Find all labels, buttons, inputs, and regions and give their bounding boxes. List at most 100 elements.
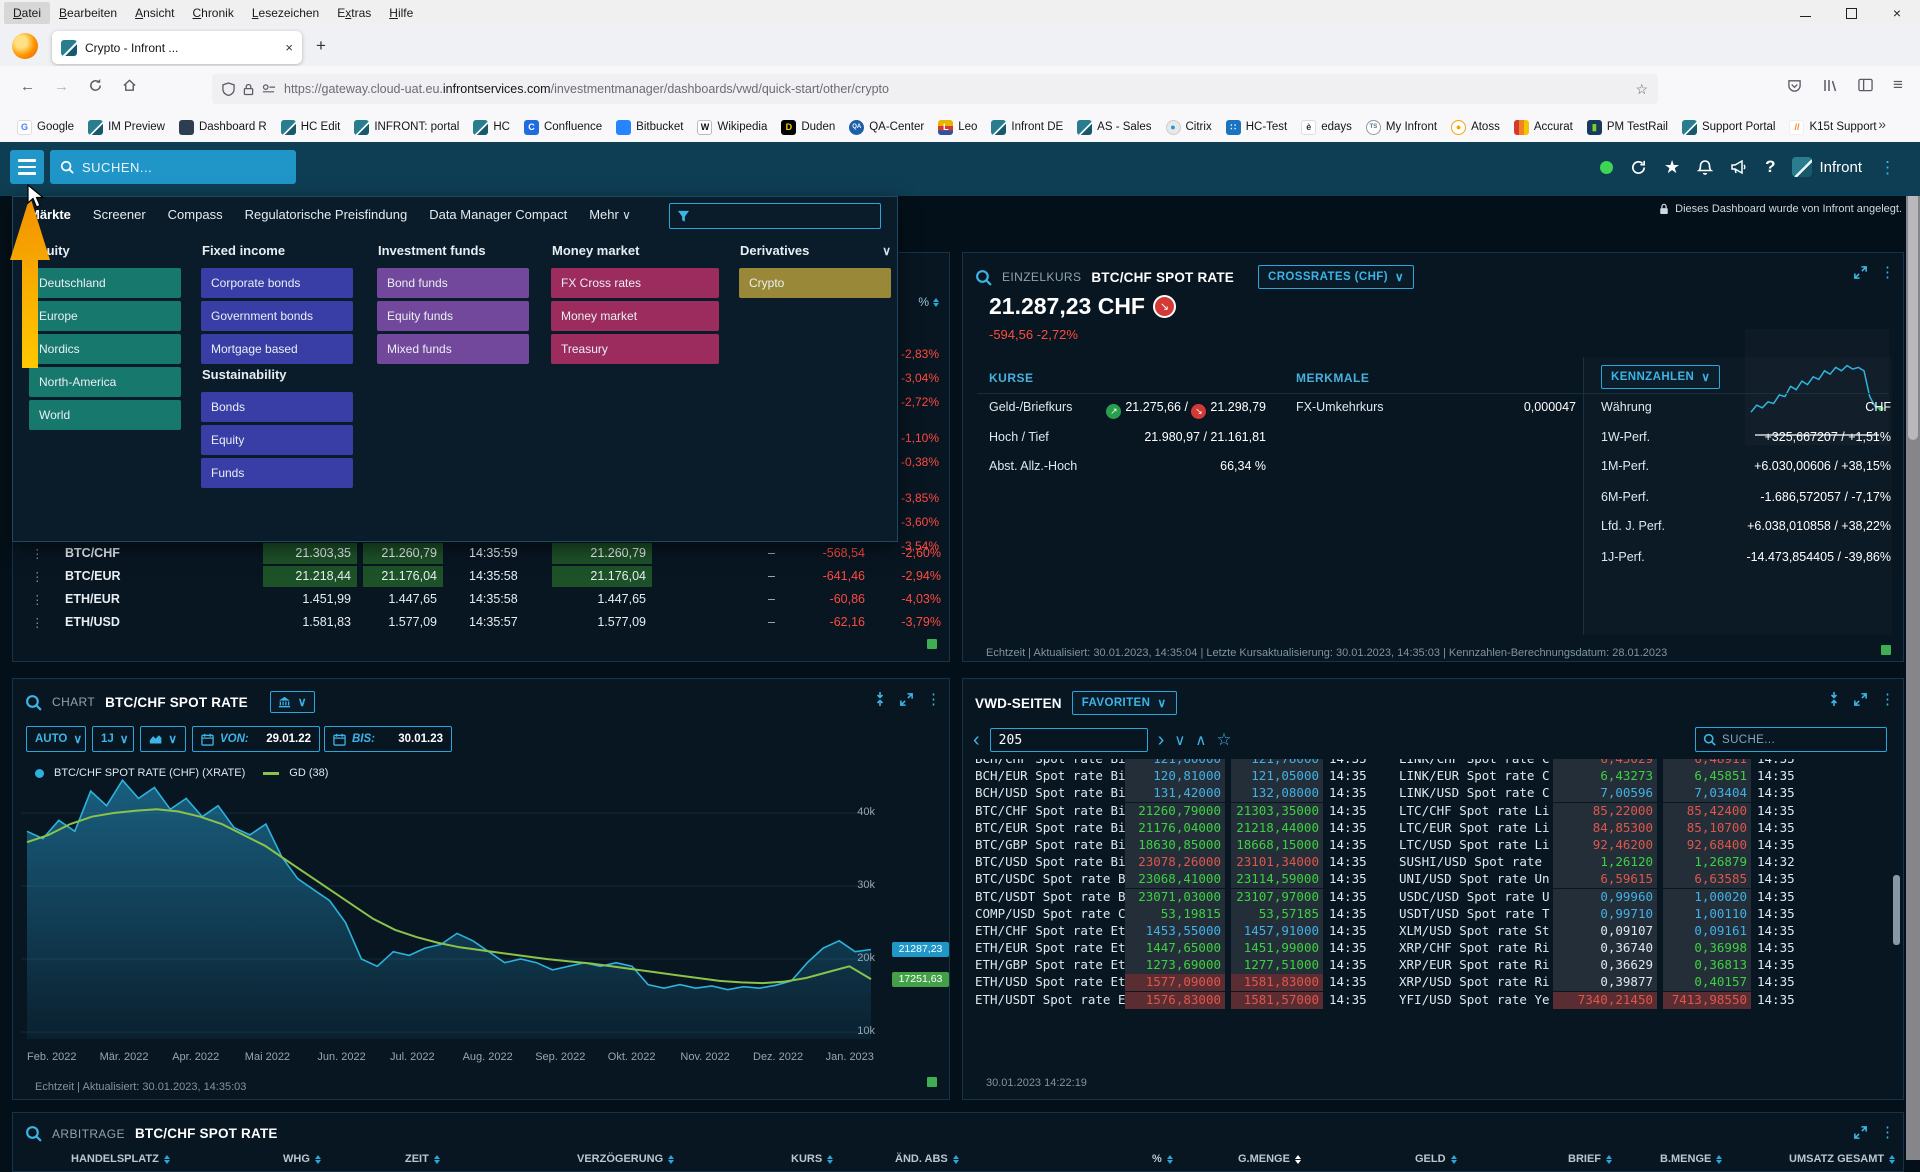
minimize-button[interactable]	[1782, 0, 1828, 26]
vwd-row[interactable]: BTC/GBP Spot rate Bi18630,8500018668,150…	[963, 836, 1903, 853]
bookmark-leo[interactable]: LLeo	[931, 117, 984, 138]
collapse-vertical-icon[interactable]	[1827, 691, 1841, 707]
menu-item-money-market[interactable]: Money market	[551, 301, 719, 331]
bookmark-infront-de[interactable]: Infront DE	[984, 117, 1070, 138]
menu-item-europe[interactable]: Europe	[29, 301, 181, 331]
column-header-%[interactable]: %	[1152, 1153, 1173, 1165]
sort-icon[interactable]	[434, 1155, 440, 1164]
bookmark-my-infront[interactable]: TSMy Infront	[1359, 117, 1444, 138]
column-header-brief[interactable]: BRIEF	[1568, 1153, 1612, 1165]
pocket-icon[interactable]	[1787, 78, 1802, 97]
menu-bearbeiten[interactable]: Bearbeiten	[50, 2, 126, 24]
bookmark-dashboard-r[interactable]: Dashboard R	[172, 117, 274, 138]
menu-filter-input[interactable]	[669, 203, 881, 229]
vwd-row[interactable]: BTC/USD Spot rate Bi23078,2600023101,340…	[963, 853, 1903, 870]
bookmark-hc[interactable]: HC	[466, 117, 517, 138]
column-header-zeit[interactable]: ZEIT	[405, 1153, 440, 1165]
column-header-b-menge[interactable]: B.MENGE	[1660, 1153, 1722, 1165]
menu-lesezeichen[interactable]: Lesezeichen	[243, 2, 328, 24]
global-search-input[interactable]: SUCHEN...	[50, 150, 296, 184]
bookmark-hc-edit[interactable]: HC Edit	[274, 117, 348, 138]
menu-item-government-bonds[interactable]: Government bonds	[201, 301, 353, 331]
notifications-bell-icon[interactable]	[1697, 159, 1713, 176]
auto-scale-dropdown[interactable]: AUTO∨	[26, 726, 86, 752]
menu-item-world[interactable]: World	[29, 400, 181, 430]
menu-item-corporate-bonds[interactable]: Corporate bonds	[201, 268, 353, 298]
menu-item-bond-funds[interactable]: Bond funds	[377, 268, 529, 298]
column-header-handelsplatz[interactable]: HANDELSPLATZ	[71, 1153, 170, 1165]
library-icon[interactable]	[1823, 78, 1837, 97]
sort-icon[interactable]	[1167, 1155, 1173, 1164]
page-prev-icon[interactable]: ‹	[973, 729, 980, 752]
expand-icon[interactable]	[1853, 1125, 1868, 1140]
menu-datei[interactable]: Datei	[4, 2, 50, 24]
page-number-input[interactable]	[990, 728, 1148, 752]
back-icon[interactable]: ←	[20, 78, 35, 95]
lock-icon[interactable]	[243, 83, 254, 96]
bookmark-confluence[interactable]: CConfluence	[517, 117, 609, 138]
column-header-g-menge[interactable]: G.MENGE	[1238, 1153, 1301, 1165]
toolbar-overflow-icon[interactable]: ⋮	[1879, 159, 1896, 176]
vwd-row[interactable]: ETH/CHF Spot rate Et1453,550001457,91000…	[963, 922, 1903, 939]
page-next-icon[interactable]: ›	[1158, 729, 1165, 752]
menu-item-deutschland[interactable]: Deutschland	[29, 268, 181, 298]
bookmark-pm-testrail[interactable]: ▮PM TestRail	[1580, 117, 1675, 138]
menu-item-crypto[interactable]: Crypto	[739, 268, 891, 298]
bookmark-edays[interactable]: èedays	[1294, 117, 1359, 138]
sidebar-icon[interactable]	[1858, 78, 1873, 96]
chart-type-dropdown[interactable]: ∨	[140, 726, 186, 752]
table-row[interactable]: ⋮BTC/EUR21.218,4421.176,0414:35:5821.176…	[13, 565, 949, 588]
tab-close-icon[interactable]: ×	[285, 40, 293, 55]
menu-hilfe[interactable]: Hilfe	[380, 2, 422, 24]
panel-menu-icon[interactable]: ⋮	[926, 692, 941, 707]
bookmark-infront-portal[interactable]: INFRONT: portal	[347, 117, 466, 138]
menu-item-equity[interactable]: Equity	[201, 425, 353, 455]
table-scrollbar-thumb[interactable]	[1893, 875, 1900, 945]
sort-icon[interactable]	[164, 1155, 170, 1164]
panel-menu-icon[interactable]: ⋮	[1880, 1125, 1895, 1140]
tracking-shield-icon[interactable]	[222, 82, 235, 96]
menu-item-north-america[interactable]: North-America	[29, 367, 181, 397]
vwd-search-input[interactable]: SUCHE...	[1695, 727, 1887, 752]
vwd-row[interactable]: BTC/USDT Spot rate B23071,0300023107,970…	[963, 888, 1903, 905]
date-to-field[interactable]: BIS: 30.01.23	[324, 726, 452, 752]
bookmark-bitbucket[interactable]: Bitbucket	[609, 117, 690, 138]
vwd-row[interactable]: BTC/USDC Spot rate B23068,4100023114,590…	[963, 870, 1903, 887]
favorite-star-icon[interactable]: ☆	[1216, 730, 1231, 750]
expand-icon[interactable]	[1853, 692, 1868, 707]
menu-item-funds[interactable]: Funds	[201, 458, 353, 488]
sort-icon[interactable]	[1451, 1155, 1457, 1164]
column-header--nd-abs[interactable]: ÄND. ABS	[895, 1153, 959, 1165]
sort-icon[interactable]	[1295, 1155, 1301, 1164]
bookmark-qa-center[interactable]: QAQA-Center	[842, 117, 931, 138]
bookmark-support-portal[interactable]: Support Portal	[1675, 117, 1783, 138]
collapse-vertical-icon[interactable]	[873, 691, 887, 707]
menu-tab-compass[interactable]: Compass	[168, 207, 223, 222]
row-menu-icon[interactable]: ⋮	[31, 615, 44, 630]
table-row[interactable]: ⋮ETH/USD1.581,831.577,0914:35:571.577,09…	[13, 611, 949, 634]
expand-icon[interactable]	[1853, 265, 1868, 280]
page-scrollbar[interactable]	[1906, 142, 1920, 1160]
bookmark-wikipedia[interactable]: WWikipedia	[690, 117, 774, 138]
sort-icon[interactable]	[668, 1155, 674, 1164]
expand-icon[interactable]	[899, 692, 914, 707]
menu-item-bonds[interactable]: Bonds	[201, 392, 353, 422]
main-menu-button[interactable]	[10, 150, 44, 184]
menu-item-nordics[interactable]: Nordics	[29, 334, 181, 364]
bookmark-google[interactable]: GGoogle	[10, 117, 81, 138]
bookmark-accurat[interactable]: Accurat	[1507, 117, 1580, 138]
bookmark-star-icon[interactable]: ☆	[1635, 81, 1648, 98]
vwd-row[interactable]: BTC/CHF Spot rate Bi21260,7900021303,350…	[963, 802, 1903, 819]
vwd-row[interactable]: COMP/USD Spot rate C53,1981553,5718514:3…	[963, 905, 1903, 922]
browser-tab[interactable]: Crypto - Infront ... ×	[52, 31, 302, 64]
menu-item-fx-cross-rates[interactable]: FX Cross rates	[551, 268, 719, 298]
menu-ansicht[interactable]: Ansicht	[126, 2, 183, 24]
forward-icon[interactable]: →	[54, 78, 69, 95]
sort-icon[interactable]	[315, 1155, 321, 1164]
announcements-megaphone-icon[interactable]	[1730, 159, 1748, 175]
home-icon[interactable]	[122, 78, 137, 97]
row-menu-icon[interactable]: ⋮	[31, 569, 44, 584]
column-header-umsatz-gesamt[interactable]: UMSATZ GESAMT	[1789, 1153, 1895, 1165]
row-menu-icon[interactable]: ⋮	[31, 592, 44, 607]
column-header-kurs[interactable]: KURS	[791, 1153, 833, 1165]
